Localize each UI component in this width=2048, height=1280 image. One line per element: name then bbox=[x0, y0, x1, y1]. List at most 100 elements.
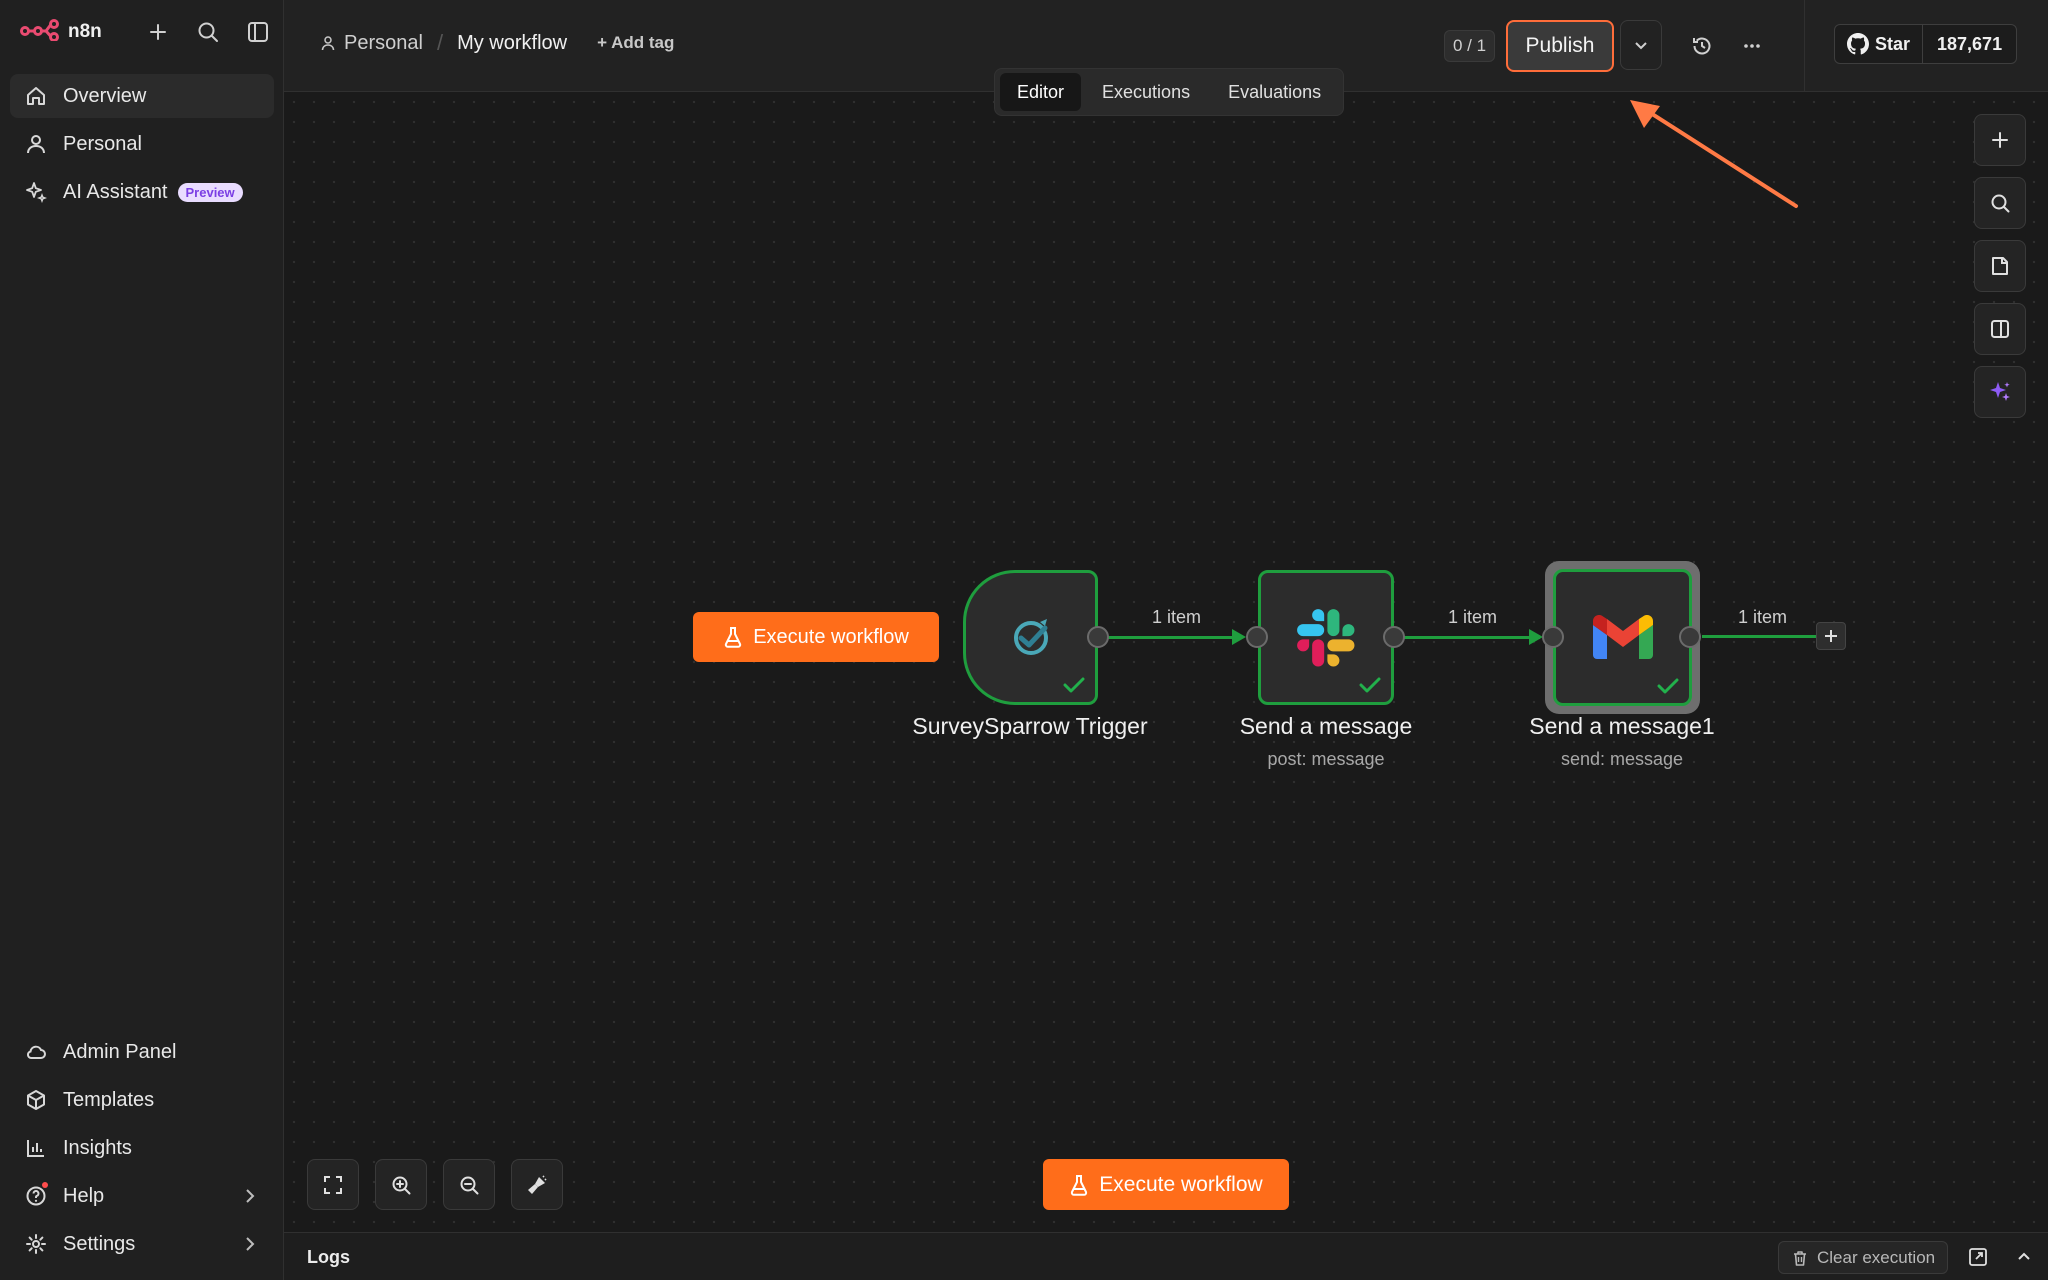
surveysparrow-icon bbox=[1013, 618, 1048, 655]
templates-icon bbox=[22, 1086, 50, 1114]
toggle-panel-button[interactable] bbox=[1974, 303, 2026, 355]
tab-evaluations[interactable]: Evaluations bbox=[1211, 73, 1338, 111]
home-icon bbox=[22, 82, 50, 110]
insights-icon bbox=[22, 1134, 50, 1162]
history-icon[interactable] bbox=[1688, 32, 1716, 60]
plus-icon[interactable] bbox=[146, 20, 170, 44]
sidebar-item-label: Insights bbox=[63, 1136, 132, 1159]
execute-workflow-label: Execute workflow bbox=[1099, 1172, 1263, 1196]
node-subtitle: post: message bbox=[1267, 749, 1385, 769]
node-surveysparrow-trigger[interactable] bbox=[963, 570, 1098, 705]
sidebar-item-overview[interactable]: Overview bbox=[10, 74, 274, 118]
user-icon bbox=[22, 130, 50, 158]
publish-button[interactable]: Publish bbox=[1506, 20, 1614, 72]
connection-line[interactable] bbox=[1404, 636, 1540, 639]
trash-icon bbox=[1794, 1250, 1806, 1266]
sidebar-item-label: Settings bbox=[63, 1232, 136, 1255]
gmail-icon bbox=[1592, 614, 1653, 659]
flask-icon bbox=[725, 627, 742, 648]
execute-workflow-label: Execute workflow bbox=[753, 625, 909, 648]
tab-executions[interactable]: Executions bbox=[1085, 73, 1207, 111]
view-tabs: Editor Executions Evaluations bbox=[994, 68, 1345, 116]
workflow-name[interactable]: My workflow bbox=[457, 32, 567, 55]
logs-panel-bar[interactable]: Logs Clear execution bbox=[284, 1232, 2048, 1280]
node-send-a-message1-gmail[interactable] bbox=[1553, 569, 1692, 706]
sidebar-item-templates[interactable]: Templates bbox=[10, 1078, 274, 1122]
logs-label[interactable]: Logs bbox=[307, 1247, 350, 1268]
breadcrumb-project[interactable]: Personal bbox=[344, 32, 423, 55]
sidebar-item-help[interactable]: Help bbox=[10, 1174, 274, 1218]
sticky-note-button[interactable] bbox=[1974, 240, 2026, 292]
gear-icon bbox=[22, 1230, 50, 1258]
execute-workflow-main-button[interactable]: Execute workflow bbox=[1043, 1159, 1289, 1210]
sidebar-item-settings[interactable]: Settings bbox=[10, 1222, 274, 1266]
notification-dot bbox=[42, 1182, 48, 1188]
output-handle[interactable] bbox=[1679, 626, 1701, 648]
chevron-up-icon[interactable] bbox=[2012, 1245, 2036, 1269]
sidebar: n8n Overview Personal AI Assistant Previ… bbox=[0, 0, 284, 1280]
n8n-logo-icon[interactable] bbox=[20, 18, 60, 46]
github-star-widget[interactable]: Star 187,671 bbox=[1834, 24, 2018, 64]
node-send-a-message-slack[interactable] bbox=[1258, 570, 1394, 705]
canvas-zoom-toolbar bbox=[307, 1159, 563, 1210]
plus-icon bbox=[1825, 630, 1837, 642]
sidebar-item-label: Admin Panel bbox=[63, 1040, 177, 1063]
connection-arrow bbox=[1529, 629, 1543, 645]
sidebar-item-label: Overview bbox=[63, 84, 147, 107]
zoom-in-button[interactable] bbox=[375, 1159, 427, 1210]
workflow-canvas[interactable] bbox=[284, 92, 2048, 1232]
connection-line[interactable] bbox=[1702, 635, 1818, 638]
output-handle[interactable] bbox=[1087, 626, 1109, 648]
zoom-out-button[interactable] bbox=[443, 1159, 495, 1210]
github-star-button[interactable]: Star bbox=[1835, 25, 1924, 63]
canvas-right-toolbar bbox=[1974, 114, 2026, 418]
input-handle[interactable] bbox=[1542, 626, 1564, 648]
search-nodes-button[interactable] bbox=[1974, 177, 2026, 229]
sidebar-item-ai-assistant[interactable]: AI Assistant Preview bbox=[10, 170, 274, 214]
user-icon bbox=[321, 36, 335, 51]
brush-icon bbox=[528, 1174, 547, 1194]
execute-workflow-button[interactable]: Execute workflow bbox=[693, 612, 939, 662]
output-handle[interactable] bbox=[1383, 626, 1405, 648]
github-star-count[interactable]: 187,671 bbox=[1923, 25, 2016, 63]
chevron-down-icon bbox=[1635, 42, 1647, 50]
more-options-icon[interactable] bbox=[1738, 32, 1766, 60]
node-title: Send a message1 bbox=[1529, 713, 1715, 739]
ai-assistant-button[interactable] bbox=[1974, 366, 2026, 418]
fit-view-button[interactable] bbox=[307, 1159, 359, 1210]
input-handle[interactable] bbox=[1246, 626, 1268, 648]
sidebar-toggle-icon[interactable] bbox=[246, 20, 270, 44]
cloud-icon bbox=[22, 1038, 50, 1066]
sidebar-item-personal[interactable]: Personal bbox=[10, 122, 274, 166]
connection-line[interactable] bbox=[1108, 636, 1242, 639]
add-node-button[interactable] bbox=[1974, 114, 2026, 166]
add-tag-button[interactable]: + Add tag bbox=[597, 33, 674, 53]
breadcrumb: Personal / My workflow + Add tag bbox=[320, 30, 674, 56]
tidy-up-button[interactable] bbox=[511, 1159, 563, 1210]
chevron-right-icon bbox=[246, 1237, 255, 1251]
zoom-in-icon bbox=[392, 1176, 411, 1194]
sidebar-item-admin-panel[interactable]: Admin Panel bbox=[10, 1030, 274, 1074]
connection-item-count: 1 item bbox=[1152, 607, 1202, 627]
tab-editor[interactable]: Editor bbox=[1000, 73, 1082, 111]
connection-item-count: 1 item bbox=[1738, 607, 1788, 627]
sidebar-item-label: AI Assistant bbox=[63, 180, 168, 203]
github-icon bbox=[1847, 33, 1869, 55]
github-star-label: Star bbox=[1875, 33, 1911, 54]
success-check-icon bbox=[1063, 677, 1085, 693]
clear-execution-button[interactable]: Clear execution bbox=[1778, 1241, 1949, 1274]
success-check-icon bbox=[1359, 677, 1381, 693]
node-title: Send a message bbox=[1239, 713, 1413, 739]
ai-sparkle-icon bbox=[1990, 382, 2010, 401]
publish-options-button[interactable] bbox=[1620, 20, 1662, 70]
search-icon[interactable] bbox=[196, 20, 220, 44]
sidebar-item-label: Templates bbox=[63, 1088, 155, 1111]
open-panel-icon[interactable] bbox=[1966, 1245, 1990, 1269]
sidebar-item-insights[interactable]: Insights bbox=[10, 1126, 274, 1170]
sticky-note-icon bbox=[1992, 257, 2008, 275]
sidebar-item-label: Personal bbox=[63, 132, 142, 155]
active-counter: 0 / 1 bbox=[1444, 30, 1496, 62]
preview-badge: Preview bbox=[177, 182, 243, 202]
flask-icon bbox=[1071, 1174, 1088, 1196]
add-next-node-button[interactable] bbox=[1816, 622, 1846, 650]
